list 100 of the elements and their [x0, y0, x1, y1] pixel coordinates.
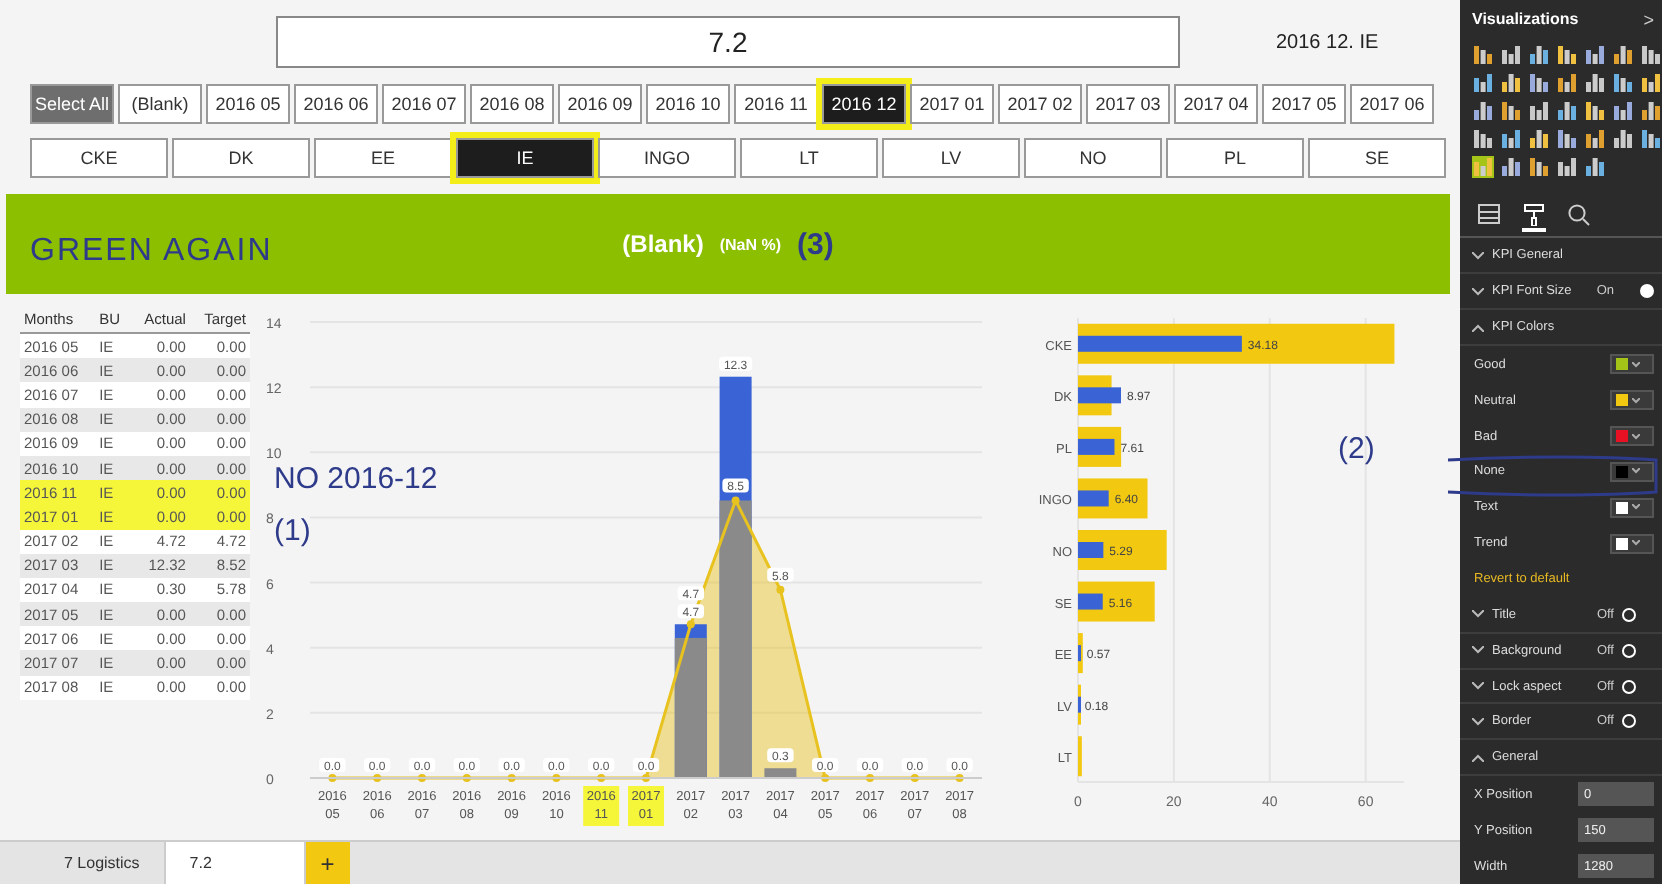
color-picker[interactable]: [1610, 497, 1654, 518]
chart-icon: [1530, 73, 1548, 92]
visual-type-button[interactable]: [1584, 99, 1606, 122]
visual-type-button[interactable]: [1556, 43, 1578, 66]
data-point: [955, 774, 964, 782]
handwritten-note: (1): [274, 514, 311, 548]
visual-type-button[interactable]: [1612, 43, 1634, 66]
visual-type-button[interactable]: [1612, 99, 1634, 122]
month-slicer-button[interactable]: 2016 11: [734, 84, 818, 124]
chart-icon: [1502, 101, 1520, 120]
visual-type-button[interactable]: [1640, 99, 1662, 122]
visual-type-button[interactable]: [1500, 127, 1522, 150]
visual-type-button[interactable]: [1472, 99, 1494, 122]
month-slicer-button[interactable]: 2016 07: [382, 84, 466, 124]
visual-type-button[interactable]: [1640, 71, 1662, 94]
pane-tab[interactable]: [1522, 199, 1546, 233]
chart-icon: [1474, 73, 1492, 92]
visual-type-button[interactable]: [1528, 127, 1550, 150]
unit-slicer-button[interactable]: LT: [740, 138, 878, 178]
visual-type-button[interactable]: [1640, 43, 1662, 66]
month-slicer-button[interactable]: 2017 03: [1086, 84, 1170, 124]
visual-type-button[interactable]: [1500, 43, 1522, 66]
visual-type-button[interactable]: [1556, 99, 1578, 122]
unit-slicer-button[interactable]: INGO: [598, 138, 736, 178]
visual-type-button[interactable]: [1472, 43, 1494, 66]
chart-icon: [1586, 45, 1604, 64]
unit-slicer-button[interactable]: PL: [1166, 138, 1304, 178]
data-point: [776, 585, 785, 594]
month-slicer-button[interactable]: 2017 05: [1262, 84, 1346, 124]
unit-slicer-button[interactable]: CKE: [30, 138, 168, 178]
chart-icon: [1502, 45, 1520, 64]
unit-slicer-button[interactable]: NO: [1024, 138, 1162, 178]
chart-icon: [1586, 157, 1604, 176]
month-slicer-button[interactable]: (Blank): [118, 84, 202, 124]
visual-type-button[interactable]: [1556, 71, 1578, 94]
month-slicer-button[interactable]: Select All: [30, 84, 114, 124]
data-point: [910, 774, 919, 782]
visual-type-button[interactable]: [1472, 155, 1494, 178]
chart-icon: [1558, 45, 1576, 64]
visual-type-button[interactable]: [1528, 155, 1550, 178]
caret-icon: [1632, 468, 1640, 475]
month-slicer-button[interactable]: 2017 01: [910, 84, 994, 124]
visual-type-button[interactable]: [1612, 71, 1634, 94]
add-page-button[interactable]: +: [305, 842, 350, 884]
visual-type-button[interactable]: [1584, 127, 1606, 150]
handwritten-note: NO 2016-12: [274, 462, 438, 496]
color-picker[interactable]: [1610, 354, 1654, 375]
handwritten-note: GREEN AGAIN: [30, 234, 273, 270]
sheet-tab[interactable]: 7.2: [165, 842, 306, 884]
chart-icon: [1642, 73, 1660, 92]
visual-type-button[interactable]: [1472, 127, 1494, 150]
caret-icon: [1632, 504, 1640, 511]
month-slicer-button[interactable]: 2016 10: [646, 84, 730, 124]
report-title: 7.2: [276, 16, 1180, 68]
unit-slicer-button[interactable]: EE: [314, 138, 452, 178]
visual-type-button[interactable]: [1500, 99, 1522, 122]
visual-type-button[interactable]: [1472, 71, 1494, 94]
caret-icon: [1632, 397, 1640, 404]
color-picker[interactable]: [1610, 390, 1654, 411]
data-point: [686, 620, 695, 629]
chart-icon: [1530, 45, 1548, 64]
visual-type-button[interactable]: [1528, 71, 1550, 94]
visual-type-button[interactable]: [1500, 71, 1522, 94]
visual-type-button[interactable]: [1500, 155, 1522, 178]
chart-icon: [1614, 129, 1632, 148]
month-slicer-button[interactable]: 2016 05: [206, 84, 290, 124]
month-slicer-button[interactable]: 2017 06: [1350, 84, 1434, 124]
color-picker[interactable]: [1610, 461, 1654, 482]
visual-type-button[interactable]: [1584, 43, 1606, 66]
visual-type-button[interactable]: [1584, 155, 1606, 178]
visual-type-button[interactable]: [1528, 43, 1550, 66]
caret-icon: [1632, 361, 1640, 368]
month-slicer-button[interactable]: 2016 09: [558, 84, 642, 124]
chart-icon: [1474, 157, 1492, 176]
chart-icon: [1642, 101, 1660, 120]
visual-type-button[interactable]: [1528, 99, 1550, 122]
handwritten-note: (2): [1338, 432, 1375, 466]
month-slicer-button[interactable]: 2017 02: [998, 84, 1082, 124]
month-slicer-button[interactable]: 2017 04: [1174, 84, 1258, 124]
visual-type-button[interactable]: [1640, 127, 1662, 150]
unit-slicer-button[interactable]: LV: [882, 138, 1020, 178]
color-picker[interactable]: [1610, 426, 1654, 447]
data-point: [507, 774, 516, 782]
unit-slicer-button[interactable]: DK: [172, 138, 310, 178]
visual-type-button[interactable]: [1584, 71, 1606, 94]
month-slicer-button[interactable]: 2016 12: [822, 84, 906, 124]
data-point: [821, 774, 830, 782]
unit-slicer-button[interactable]: SE: [1308, 138, 1446, 178]
chart-icon: [1642, 45, 1660, 64]
context-label: 2016 12. IE: [1276, 31, 1379, 53]
month-slicer-button[interactable]: 2016 08: [470, 84, 554, 124]
chart-icon: [1558, 101, 1576, 120]
color-picker[interactable]: [1610, 533, 1654, 554]
month-slicer-button[interactable]: 2016 06: [294, 84, 378, 124]
chart-icon: [1474, 129, 1492, 148]
visual-type-button[interactable]: [1556, 155, 1578, 178]
collapse-button[interactable]: >: [1643, 9, 1654, 30]
visual-type-button[interactable]: [1612, 127, 1634, 150]
visual-type-button[interactable]: [1556, 127, 1578, 150]
unit-slicer-button[interactable]: IE: [456, 138, 594, 178]
